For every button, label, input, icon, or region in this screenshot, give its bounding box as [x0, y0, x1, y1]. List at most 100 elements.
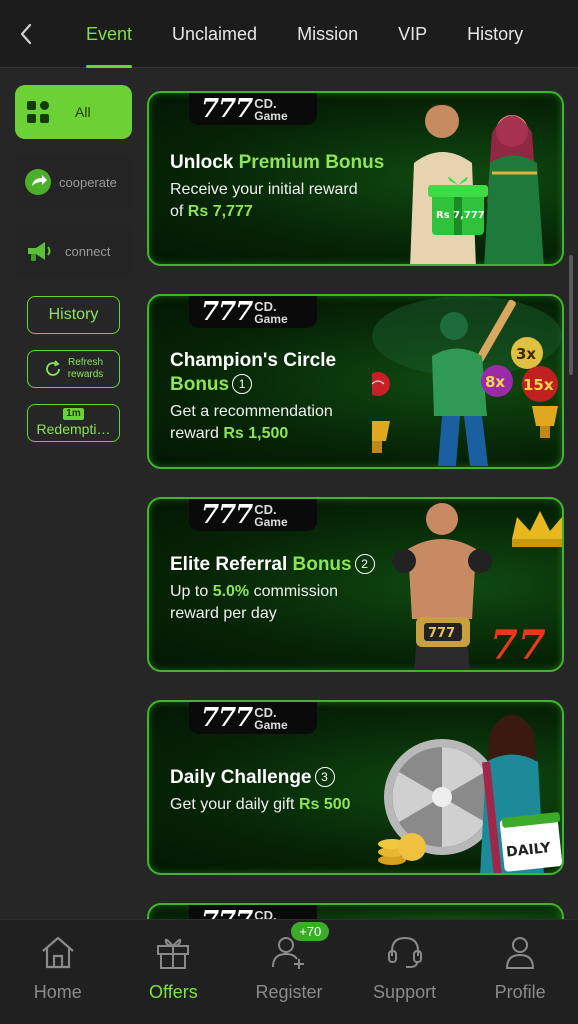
- bottom-nav: Home Offers +70 Register Support Profile: [0, 919, 578, 1024]
- banner-desc-line-1: Get your daily gift Rs 500: [170, 794, 351, 816]
- refresh-rewards-button[interactable]: Refresh rewards: [27, 350, 120, 388]
- reward-amount: Rs 1,500: [223, 425, 289, 442]
- crown-icon: [512, 511, 562, 547]
- trophy-icon: [372, 421, 390, 453]
- category-cooperate[interactable]: cooperate: [15, 155, 132, 209]
- number-badge: 1: [232, 374, 253, 394]
- daily-wheel-illustration: DAILY: [378, 714, 562, 873]
- tab-mission[interactable]: Mission: [277, 0, 378, 68]
- nav-label: Register: [255, 982, 323, 1002]
- category-label: connect: [65, 243, 111, 259]
- banner-desc-line-1: Receive your initial reward: [170, 181, 358, 198]
- banner-desc-line-1: Get a recommendation: [170, 403, 333, 420]
- history-button[interactable]: History: [27, 296, 120, 334]
- title-highlight: Bonus: [170, 374, 230, 395]
- nav-register[interactable]: +70 Register: [231, 920, 347, 1024]
- banner-title: Unlock Premium Bonus: [170, 151, 384, 175]
- redemption-button[interactable]: 1m Redempti…: [27, 404, 120, 442]
- banner-desc-line-2: reward per day: [170, 605, 277, 622]
- desc-text: Get your daily gift: [170, 796, 299, 813]
- user-icon: [500, 932, 540, 972]
- banner-desc-line-1: Up to 5.0% commission: [170, 581, 338, 603]
- title-highlight: Premium Bonus: [238, 152, 385, 173]
- gift-icon: [153, 932, 193, 972]
- reward-amount: Rs 500: [298, 796, 351, 813]
- nav-label: Profile: [494, 982, 546, 1002]
- brand-number: 777: [201, 297, 253, 327]
- banner-daily-challenge[interactable]: 777 CD. Game Daily Challenge 3 Get your da…: [147, 700, 564, 875]
- category-connect[interactable]: connect: [15, 224, 132, 278]
- nav-label: Offers: [149, 982, 198, 1002]
- multiplier-chip: 15x: [523, 376, 554, 394]
- nav-profile[interactable]: Profile: [462, 920, 578, 1024]
- refresh-icon: [45, 360, 60, 376]
- banner-title: Champion's Circle: [170, 350, 337, 371]
- brand-logo: 777 CD.Game: [189, 499, 317, 531]
- title-text: Unlock: [170, 152, 239, 173]
- nav-label: Home: [33, 982, 82, 1002]
- tab-event[interactable]: Event: [66, 0, 152, 68]
- share-arrow-icon: [23, 167, 53, 197]
- banner-title-line-2: Bonus 1: [170, 373, 253, 397]
- banner-elite-referral[interactable]: 777 CD. Game Elite Referral Bonus 2 Up to …: [147, 497, 564, 672]
- gift-amount: Rs 7,777: [436, 210, 485, 221]
- multiplier-chip: 8x: [485, 373, 505, 391]
- tab-unclaimed[interactable]: Unclaimed: [152, 0, 277, 68]
- category-all[interactable]: All: [15, 85, 132, 139]
- banner-title: Elite Referral Bonus 2: [170, 553, 375, 577]
- commission-rate: 5.0%: [212, 583, 250, 600]
- brand-logo: 777 CD.Game: [189, 296, 317, 328]
- banner-champions-circle[interactable]: 777 CD. Game Champion's Circle Bonus 1 Get…: [147, 294, 564, 469]
- banner-desc-line-2: of Rs 7,777: [170, 201, 253, 223]
- megaphone-icon: [23, 236, 53, 266]
- brand-sub: Game: [254, 109, 288, 123]
- grid-icon: [23, 97, 53, 127]
- redeem-code-icon: 1m: [63, 408, 84, 420]
- category-label: All: [75, 104, 91, 120]
- nav-offers[interactable]: Offers: [116, 920, 232, 1024]
- brand-logo: 777 CD.Game: [189, 93, 317, 125]
- title-highlight: Bonus: [292, 554, 352, 575]
- banner-desc-line-2: reward Rs 1,500: [170, 423, 288, 445]
- banner-premium-bonus[interactable]: 777 CD. Game Unlock Premium Bonus Receive…: [147, 91, 564, 266]
- tab-history[interactable]: History: [447, 0, 543, 68]
- redemption-label: Redempti…: [36, 421, 111, 437]
- desc-text: commission: [249, 583, 339, 600]
- title-text: Elite Referral: [170, 554, 293, 575]
- reward-amount: Rs 7,777: [187, 203, 253, 220]
- multiplier-chip: 3x: [516, 345, 536, 363]
- refresh-label: Refresh: [67, 357, 103, 368]
- scrollbar[interactable]: [569, 255, 573, 375]
- cricketer-illustration: 3x 8x 15x: [372, 296, 562, 466]
- desc-text: reward: [170, 425, 224, 442]
- nav-label: Support: [373, 982, 437, 1002]
- tab-vip[interactable]: VIP: [378, 0, 447, 68]
- nav-support[interactable]: Support: [347, 920, 463, 1024]
- category-label: cooperate: [59, 174, 117, 190]
- top-bar: Event Unclaimed Mission VIP History: [0, 0, 578, 68]
- brand-logo: 777 CD.Game: [189, 702, 317, 734]
- brand-number: 777: [201, 703, 253, 733]
- back-button[interactable]: [12, 18, 40, 50]
- headset-icon: [385, 932, 425, 972]
- tab-bar: Event Unclaimed Mission VIP History: [66, 0, 543, 68]
- daily-card: DAILY: [499, 812, 562, 872]
- coin-stack-icon: [378, 833, 426, 865]
- brand-sub: Game: [254, 718, 288, 732]
- gift-box-icon: [428, 176, 488, 235]
- desc-text: of: [170, 203, 188, 220]
- refresh-label: rewards: [67, 369, 104, 380]
- couple-illustration: Rs 7,777: [410, 104, 544, 264]
- banner-title: Daily Challenge 3: [170, 766, 335, 790]
- brand-number: 777: [201, 500, 253, 530]
- nav-home[interactable]: Home: [0, 920, 116, 1024]
- brand-number: 777: [201, 94, 253, 124]
- bonus-badge: +70: [291, 922, 330, 941]
- brand-sub: Game: [254, 515, 288, 529]
- brand-sub: Game: [254, 312, 288, 326]
- belt-text: 777: [428, 626, 455, 641]
- lucky-sevens: 77: [490, 622, 546, 669]
- desc-text: Up to: [170, 583, 213, 600]
- number-badge: 3: [314, 767, 335, 787]
- chevron-left-icon: [20, 23, 32, 45]
